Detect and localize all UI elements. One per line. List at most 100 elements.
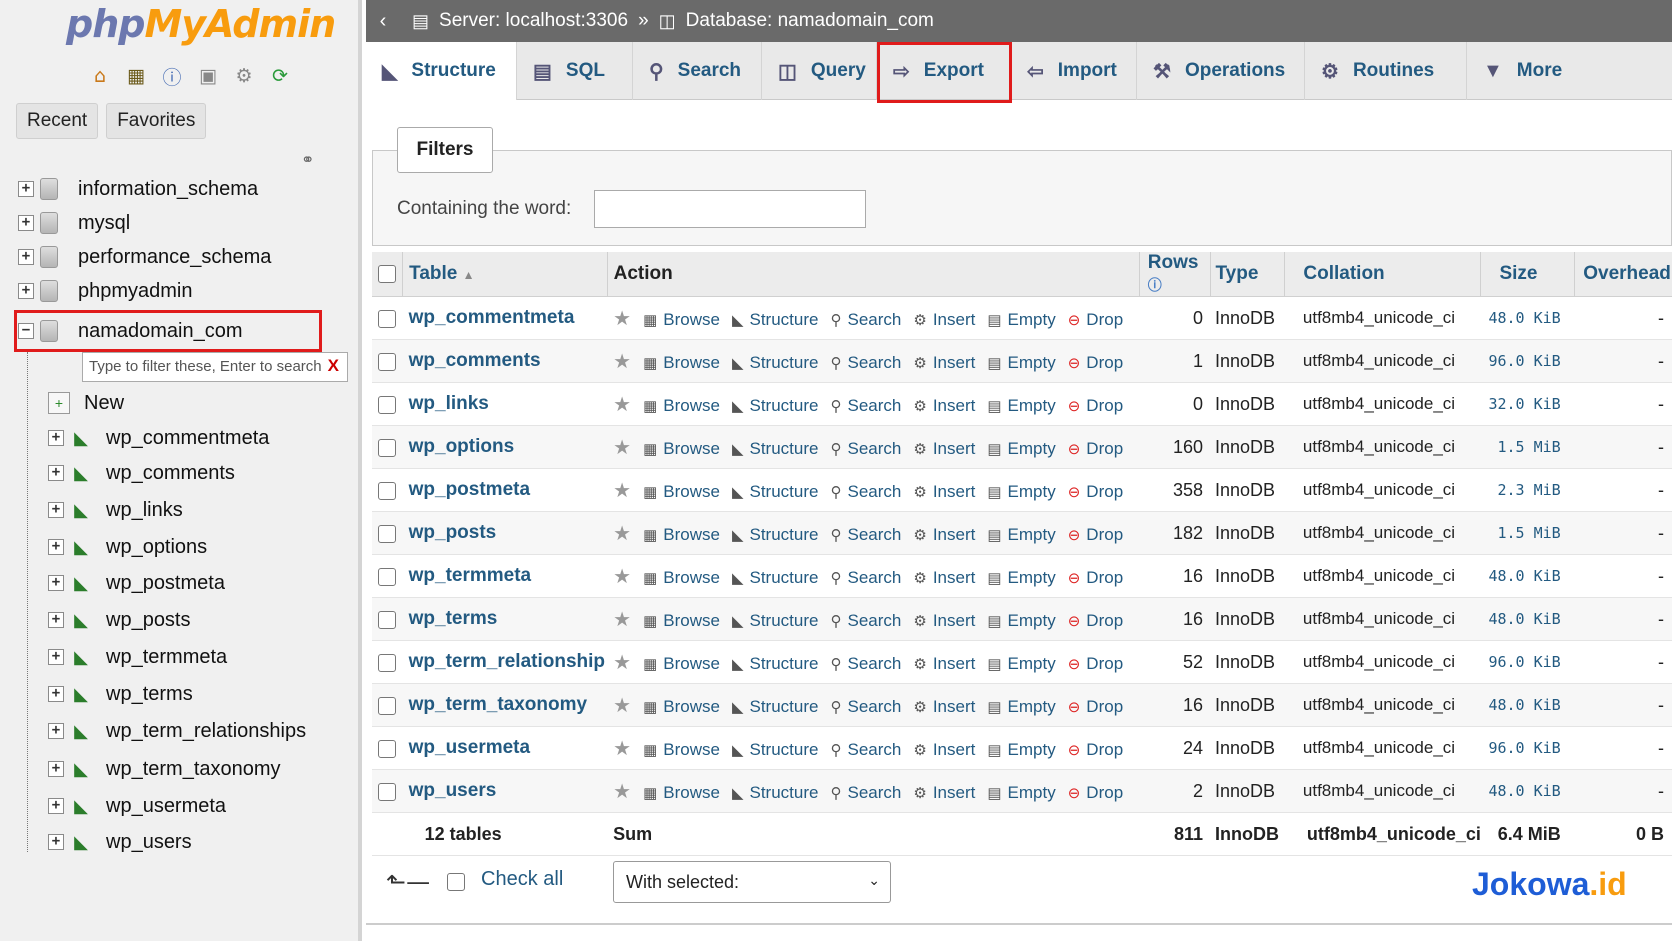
action-structure[interactable]: ◣ Structure [732, 396, 819, 416]
action-structure[interactable]: ◣ Structure [732, 740, 819, 760]
action-drop[interactable]: ⊖ Drop [1068, 310, 1123, 330]
tree-table-item[interactable]: + ◣ wp_term_relationships [48, 714, 306, 748]
action-search[interactable]: ⚲ Search [830, 439, 901, 459]
action-empty[interactable]: ▤ Empty [987, 654, 1055, 674]
collapse-nav-icon[interactable]: ‹ [366, 10, 400, 33]
action-insert[interactable]: ⚙ Insert [913, 439, 975, 459]
action-drop[interactable]: ⊖ Drop [1068, 525, 1123, 545]
action-search[interactable]: ⚲ Search [830, 783, 901, 803]
header-collation[interactable]: Collation [1284, 252, 1482, 297]
action-structure[interactable]: ◣ Structure [732, 439, 819, 459]
tree-table-item[interactable]: + ◣ wp_postmeta [48, 566, 225, 600]
action-structure[interactable]: ◣ Structure [732, 482, 819, 502]
row-checkbox[interactable] [378, 352, 397, 371]
action-structure[interactable]: ◣ Structure [732, 525, 819, 545]
table-name-link[interactable]: wp_postmeta [402, 468, 608, 512]
row-checkbox[interactable] [378, 438, 397, 457]
action-browse[interactable]: ▦ Browse [643, 568, 720, 588]
row-checkbox[interactable] [378, 782, 397, 801]
expand-icon[interactable]: + [48, 575, 64, 591]
help-icon[interactable]: ⓘ [1148, 277, 1162, 293]
row-select[interactable] [372, 597, 403, 641]
favorite-star-icon[interactable]: ★ [613, 781, 631, 803]
tab-query[interactable]: ◫ Query [762, 42, 877, 100]
row-checkbox[interactable] [378, 610, 397, 629]
action-insert[interactable]: ⚙ Insert [913, 396, 975, 416]
check-all-checkbox[interactable] [447, 873, 465, 891]
row-checkbox[interactable] [378, 309, 397, 328]
home-icon[interactable]: ⌂ [88, 64, 112, 88]
action-drop[interactable]: ⊖ Drop [1068, 697, 1123, 717]
action-insert[interactable]: ⚙ Insert [913, 353, 975, 373]
action-search[interactable]: ⚲ Search [830, 525, 901, 545]
tab-more[interactable]: ▼ More [1467, 42, 1577, 100]
expand-icon[interactable]: + [48, 539, 64, 555]
row-checkbox[interactable] [378, 567, 397, 586]
select-all-checkbox[interactable] [378, 264, 397, 283]
row-select[interactable] [372, 554, 403, 598]
favorite-star-icon[interactable]: ★ [613, 437, 631, 459]
table-name-link[interactable]: wp_links [402, 382, 608, 426]
action-drop[interactable]: ⊖ Drop [1068, 654, 1123, 674]
row-select[interactable] [372, 339, 403, 383]
phpmyadmin-logo[interactable]: phpMyAdmin [66, 2, 336, 46]
action-browse[interactable]: ▦ Browse [643, 783, 720, 803]
action-drop[interactable]: ⊖ Drop [1068, 611, 1123, 631]
row-select[interactable] [372, 468, 403, 512]
favorite-star-icon[interactable]: ★ [613, 609, 631, 631]
action-empty[interactable]: ▤ Empty [987, 740, 1055, 760]
header-table[interactable]: Table ▲ [402, 252, 608, 297]
action-browse[interactable]: ▦ Browse [643, 482, 720, 502]
row-size[interactable]: 2.3 MiB [1480, 468, 1575, 512]
row-size[interactable]: 48.0 KiB [1480, 597, 1575, 641]
tree-table-item[interactable]: + ◣ wp_posts [48, 603, 191, 637]
row-select[interactable] [372, 425, 403, 469]
table-name-link[interactable]: wp_posts [402, 511, 608, 555]
expand-icon[interactable]: + [18, 283, 34, 299]
action-structure[interactable]: ◣ Structure [732, 611, 819, 631]
action-empty[interactable]: ▤ Empty [987, 310, 1055, 330]
expand-icon[interactable]: + [18, 181, 34, 197]
settings-icon[interactable]: ⚙ [232, 64, 256, 88]
tree-table-item[interactable]: + ◣ wp_termmeta [48, 640, 227, 674]
expand-icon[interactable]: + [48, 798, 64, 814]
row-select[interactable] [372, 511, 403, 555]
row-size[interactable]: 1.5 MiB [1480, 425, 1575, 469]
row-select[interactable] [372, 382, 403, 426]
action-browse[interactable]: ▦ Browse [643, 353, 720, 373]
row-size[interactable]: 32.0 KiB [1480, 382, 1575, 426]
action-insert[interactable]: ⚙ Insert [913, 525, 975, 545]
action-search[interactable]: ⚲ Search [830, 654, 901, 674]
action-structure[interactable]: ◣ Structure [732, 697, 819, 717]
tree-table-item[interactable]: + ◣ wp_terms [48, 677, 193, 711]
header-overhead[interactable]: Overhead [1574, 252, 1672, 297]
table-name-link[interactable]: wp_terms [402, 597, 608, 641]
action-insert[interactable]: ⚙ Insert [913, 611, 975, 631]
tree-table-item[interactable]: + ◣ wp_users [48, 825, 192, 859]
action-drop[interactable]: ⊖ Drop [1068, 482, 1123, 502]
action-empty[interactable]: ▤ Empty [987, 439, 1055, 459]
with-selected-dropdown[interactable]: With selected: ⌄ [613, 861, 891, 903]
expand-icon[interactable]: + [48, 834, 64, 850]
expand-icon[interactable]: + [48, 723, 64, 739]
favorite-star-icon[interactable]: ★ [613, 695, 631, 717]
table-name-link[interactable]: wp_usermeta [402, 726, 608, 770]
table-name-link[interactable]: wp_users [402, 769, 608, 813]
row-size[interactable]: 48.0 KiB [1480, 769, 1575, 813]
tree-table-item[interactable]: + ◣ wp_commentmeta [48, 421, 269, 455]
action-drop[interactable]: ⊖ Drop [1068, 783, 1123, 803]
containing-word-input[interactable] [594, 190, 866, 228]
table-filter-input[interactable]: Type to filter these, Enter to search X [82, 352, 348, 382]
favorites-tab[interactable]: Favorites [106, 103, 207, 139]
expand-icon[interactable]: + [48, 686, 64, 702]
favorite-star-icon[interactable]: ★ [613, 480, 631, 502]
expand-icon[interactable]: + [48, 465, 64, 481]
tab-routines[interactable]: ⚙ Routines [1305, 42, 1467, 100]
favorite-star-icon[interactable]: ★ [613, 308, 631, 330]
table-name-link[interactable]: wp_term_taxonomy [402, 683, 608, 727]
table-name-link[interactable]: wp_comments [402, 339, 608, 383]
action-browse[interactable]: ▦ Browse [643, 525, 720, 545]
action-browse[interactable]: ▦ Browse [643, 439, 720, 459]
row-size[interactable]: 96.0 KiB [1480, 640, 1575, 684]
favorite-star-icon[interactable]: ★ [613, 566, 631, 588]
